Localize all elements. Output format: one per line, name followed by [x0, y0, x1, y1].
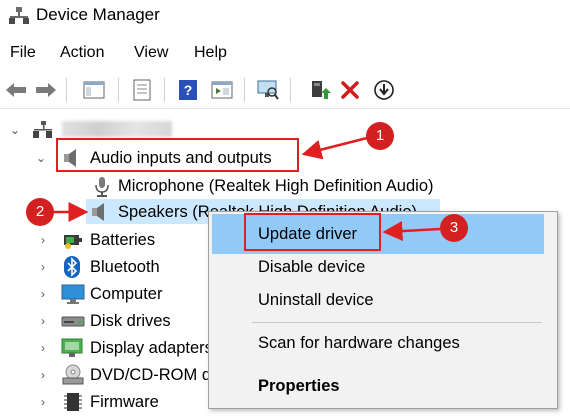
step-3-badge: 3	[440, 214, 468, 242]
step-1-badge: 1	[366, 122, 394, 150]
annotation-arrows	[52, 136, 441, 242]
step-2-badge: 2	[26, 198, 54, 226]
